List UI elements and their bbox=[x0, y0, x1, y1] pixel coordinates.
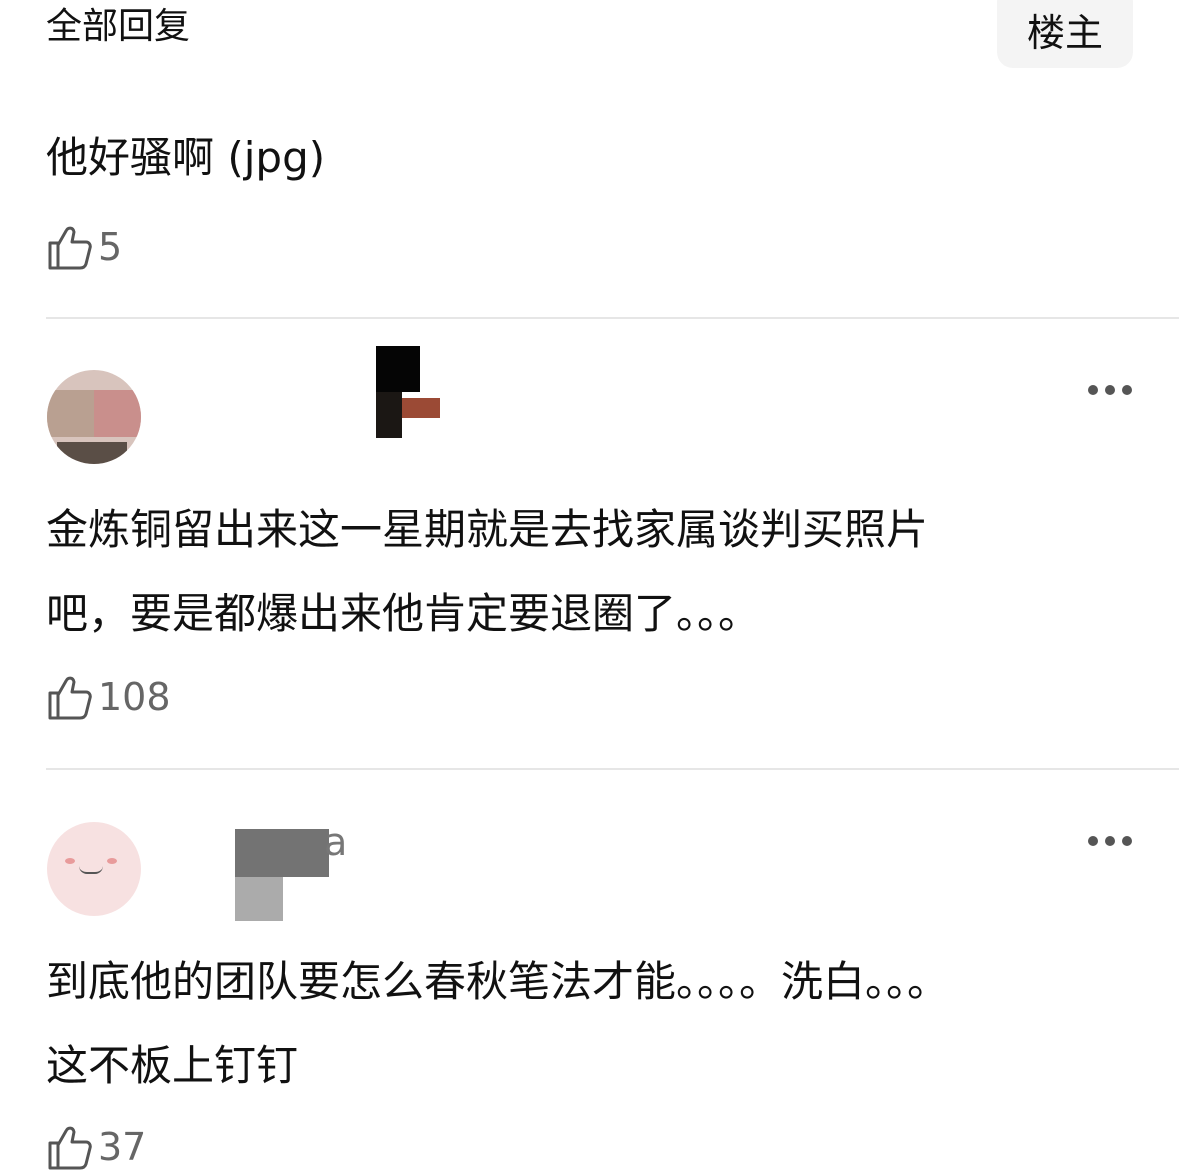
more-options-button[interactable] bbox=[1088, 384, 1132, 396]
reply-content: 他好骚啊 (jpg) bbox=[46, 116, 325, 200]
username-fragment: a bbox=[324, 820, 348, 864]
like-count: 37 bbox=[98, 1125, 147, 1169]
reply-text-line: 他好骚啊 (jpg) bbox=[46, 133, 326, 182]
like-button[interactable]: 108 bbox=[46, 672, 171, 722]
thumbs-up-icon bbox=[48, 676, 92, 720]
reply-text-line: 到底他的团队要怎么春秋笔法才能。。。。洗白。。。 bbox=[46, 957, 950, 1006]
divider bbox=[46, 768, 1179, 770]
only-op-label: 楼主 bbox=[1026, 11, 1103, 55]
like-button[interactable]: 37 bbox=[46, 1122, 146, 1172]
reply-text-line: 金炼铜留出来这一星期就是去找家属谈判买照片 bbox=[46, 505, 929, 554]
like-count: 108 bbox=[98, 675, 171, 719]
reply-content: 金炼铜留出来这一星期就是去找家属谈判买照片 吧，要是都爆出来他肯定要退圈了。。。 bbox=[46, 488, 928, 656]
redacted-username bbox=[376, 346, 444, 438]
page-title: 全部回复 bbox=[46, 6, 191, 47]
divider bbox=[46, 317, 1179, 319]
avatar[interactable] bbox=[47, 370, 141, 464]
avatar[interactable] bbox=[47, 822, 141, 916]
like-count: 5 bbox=[98, 225, 123, 269]
thumbs-up-icon bbox=[48, 226, 92, 270]
thumbs-up-icon bbox=[48, 1126, 92, 1170]
only-op-button[interactable]: 楼主 bbox=[997, 0, 1133, 68]
like-button[interactable]: 5 bbox=[46, 222, 122, 272]
reply-text-line: 吧，要是都爆出来他肯定要退圈了。。。 bbox=[46, 589, 761, 638]
redacted-username bbox=[235, 829, 331, 921]
more-options-button[interactable] bbox=[1088, 835, 1132, 847]
reply-text-line: 这不板上钉钉 bbox=[46, 1041, 299, 1090]
reply-content: 到底他的团队要怎么春秋笔法才能。。。。洗白。。。 这不板上钉钉 bbox=[46, 940, 949, 1108]
